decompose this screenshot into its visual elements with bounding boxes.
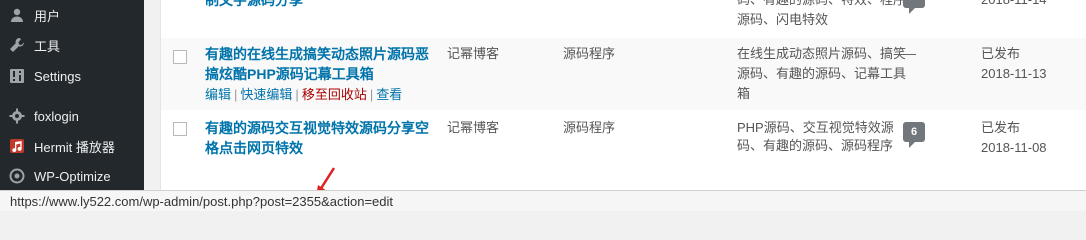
- sidebar-item-label: 用户: [34, 8, 61, 24]
- posts-content: 制文字源码分享 码、有趣的源码、特效、程序 源码、闪电特效 2018-11-14…: [144, 0, 1086, 190]
- status-url: https://www.ly522.com/wp-admin/post.php?…: [10, 194, 394, 209]
- view-link[interactable]: 查看: [376, 87, 402, 102]
- post-title-link[interactable]: 有趣的在线生成搞笑动态照片源码恶: [205, 44, 441, 64]
- settings-icon: [8, 67, 26, 85]
- posts-table: 制文字源码分享 码、有趣的源码、特效、程序 源码、闪电特效 2018-11-14…: [160, 0, 1086, 190]
- post-tags[interactable]: PHP源码、交互视觉特效源: [737, 118, 894, 138]
- post-title-link[interactable]: 格点击网页特效: [205, 138, 441, 158]
- post-tags[interactable]: 源码、有趣的源码、记幕工具: [737, 64, 906, 84]
- post-status: 已发布: [981, 46, 1021, 61]
- trash-link[interactable]: 移至回收站: [302, 87, 367, 102]
- post-category[interactable]: 源码程序: [563, 118, 615, 138]
- post-tags[interactable]: 码、有趣的源码、源码程序: [737, 136, 893, 156]
- post-title-link[interactable]: 制文字源码分享: [205, 0, 441, 10]
- sidebar-item-hermit[interactable]: Hermit 播放器: [0, 131, 144, 161]
- post-date: 2018-11-14: [981, 0, 1047, 10]
- post-date: 2018-11-08: [981, 140, 1047, 155]
- sidebar-item-label: 工具: [34, 38, 61, 54]
- sidebar-item-tools[interactable]: 工具: [0, 30, 144, 60]
- post-title-link[interactable]: 有趣的源码交互视觉特效源码分享空: [205, 118, 441, 138]
- sidebar-item-label: Hermit 播放器: [34, 139, 115, 155]
- table-row: 有趣的在线生成搞笑动态照片源码恶 搞炫酷PHP源码记幕工具箱 编辑 | 快速编辑 | 移…: [161, 38, 1086, 110]
- sidebar-item-settings[interactable]: Settings: [0, 61, 144, 91]
- sidebar-item-label: WP-Optimize: [34, 168, 111, 184]
- post-tags[interactable]: 在线生成动态照片源码、搞笑: [737, 44, 906, 64]
- sidebar-item-label: Settings: [34, 68, 81, 84]
- table-row: 有趣的源码交互视觉特效源码分享空 格点击网页特效 记幂博客 源码程序 PHP源码…: [161, 110, 1086, 190]
- quick-edit-link[interactable]: 快速编辑: [240, 87, 292, 102]
- post-status: 已发布: [981, 120, 1021, 135]
- table-row: 制文字源码分享 码、有趣的源码、特效、程序 源码、闪电特效 2018-11-14: [161, 0, 1086, 38]
- comment-count-bubble[interactable]: [903, 0, 925, 14]
- wrench-icon: [8, 36, 26, 54]
- separator: |: [369, 87, 374, 102]
- post-date: 2018-11-13: [981, 66, 1047, 81]
- post-tags: 源码、闪电特效: [737, 12, 829, 27]
- sidebar-item-foxlogin[interactable]: foxlogin: [0, 101, 144, 131]
- row-checkbox[interactable]: [173, 122, 187, 136]
- music-player-icon: [8, 137, 26, 155]
- admin-sidebar: 用户 工具 Settings foxlogin Hermit 播放器 WP-Op…: [0, 0, 144, 190]
- edit-link[interactable]: 编辑: [205, 87, 231, 102]
- sidebar-item-wp-optimize[interactable]: WP-Optimize: [0, 161, 144, 191]
- row-checkbox[interactable]: [173, 50, 187, 64]
- post-tags: 码、有趣的源码、特效、程序: [737, 0, 906, 10]
- optimize-icon: [8, 167, 26, 185]
- post-category[interactable]: 源码程序: [563, 44, 615, 64]
- user-icon: [8, 6, 26, 24]
- comment-count-bubble[interactable]: 6: [903, 122, 925, 148]
- post-author[interactable]: 记幂博客: [447, 118, 499, 138]
- post-author[interactable]: 记幂博客: [447, 44, 499, 64]
- separator: |: [295, 87, 299, 102]
- separator: |: [234, 87, 238, 102]
- gear-icon: [8, 107, 26, 125]
- comment-count: —: [903, 46, 916, 61]
- sidebar-item-label: foxlogin: [34, 108, 79, 124]
- sidebar-item-users[interactable]: 用户: [0, 0, 144, 30]
- browser-status-bar: https://www.ly522.com/wp-admin/post.php?…: [0, 190, 1086, 211]
- post-tags[interactable]: 箱: [737, 84, 750, 104]
- row-actions: 编辑 | 快速编辑 | 移至回收站 | 查看: [205, 86, 402, 104]
- post-title-link[interactable]: 搞炫酷PHP源码记幕工具箱: [205, 64, 441, 84]
